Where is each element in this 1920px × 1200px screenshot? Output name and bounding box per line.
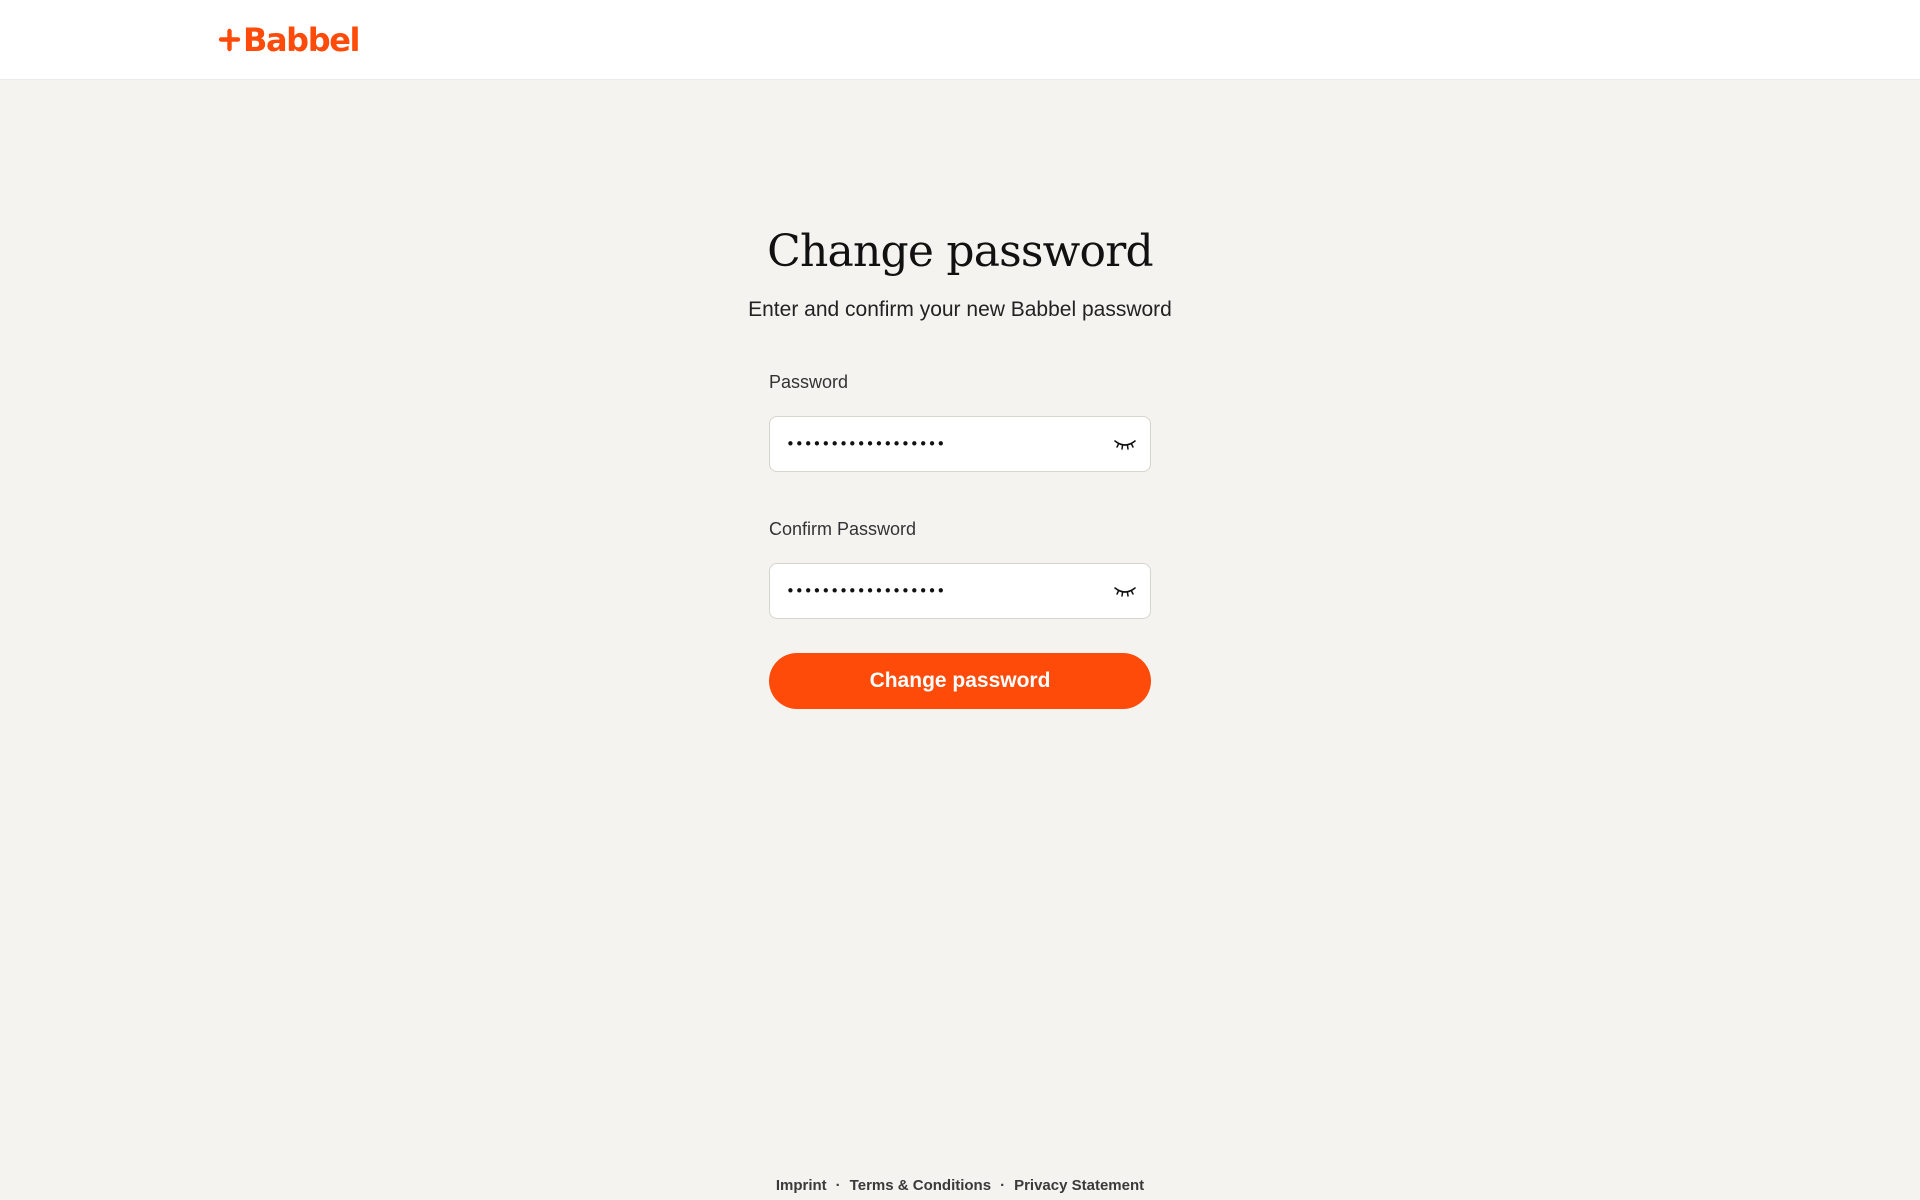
footer-separator: · <box>1000 1177 1006 1194</box>
page-subtitle: Enter and confirm your new Babbel passwo… <box>748 298 1172 321</box>
footer-link-privacy[interactable]: Privacy Statement <box>1014 1177 1144 1194</box>
footer-link-imprint[interactable]: Imprint <box>776 1177 827 1194</box>
top-header: Babbel <box>0 0 1920 80</box>
password-label: Password <box>769 372 849 392</box>
footer-links: Imprint · Terms & Conditions · Privacy State… <box>0 1174 1920 1198</box>
confirm-password-field-container <box>769 563 1151 619</box>
footer-link-terms[interactable]: Terms & Conditions <box>850 1177 991 1194</box>
eye-closed-icon[interactable] <box>1112 579 1138 603</box>
change-password-form: Password Confirm Password Change passwor… <box>769 370 1151 709</box>
logo-wordmark: Babbel <box>243 21 360 59</box>
main-content: Change password Enter and confirm your n… <box>0 80 1920 1194</box>
page-title: Change password <box>767 226 1153 277</box>
footer-separator: · <box>835 1177 841 1194</box>
confirm-password-input[interactable] <box>770 564 1100 617</box>
plus-logo-icon <box>218 28 241 52</box>
babbel-logo[interactable]: Babbel <box>218 20 360 60</box>
password-field-container <box>769 416 1151 472</box>
password-input[interactable] <box>770 417 1100 470</box>
eye-closed-icon[interactable] <box>1112 432 1138 456</box>
change-password-button[interactable]: Change password <box>769 653 1151 709</box>
confirm-password-label: Confirm Password <box>769 519 917 539</box>
